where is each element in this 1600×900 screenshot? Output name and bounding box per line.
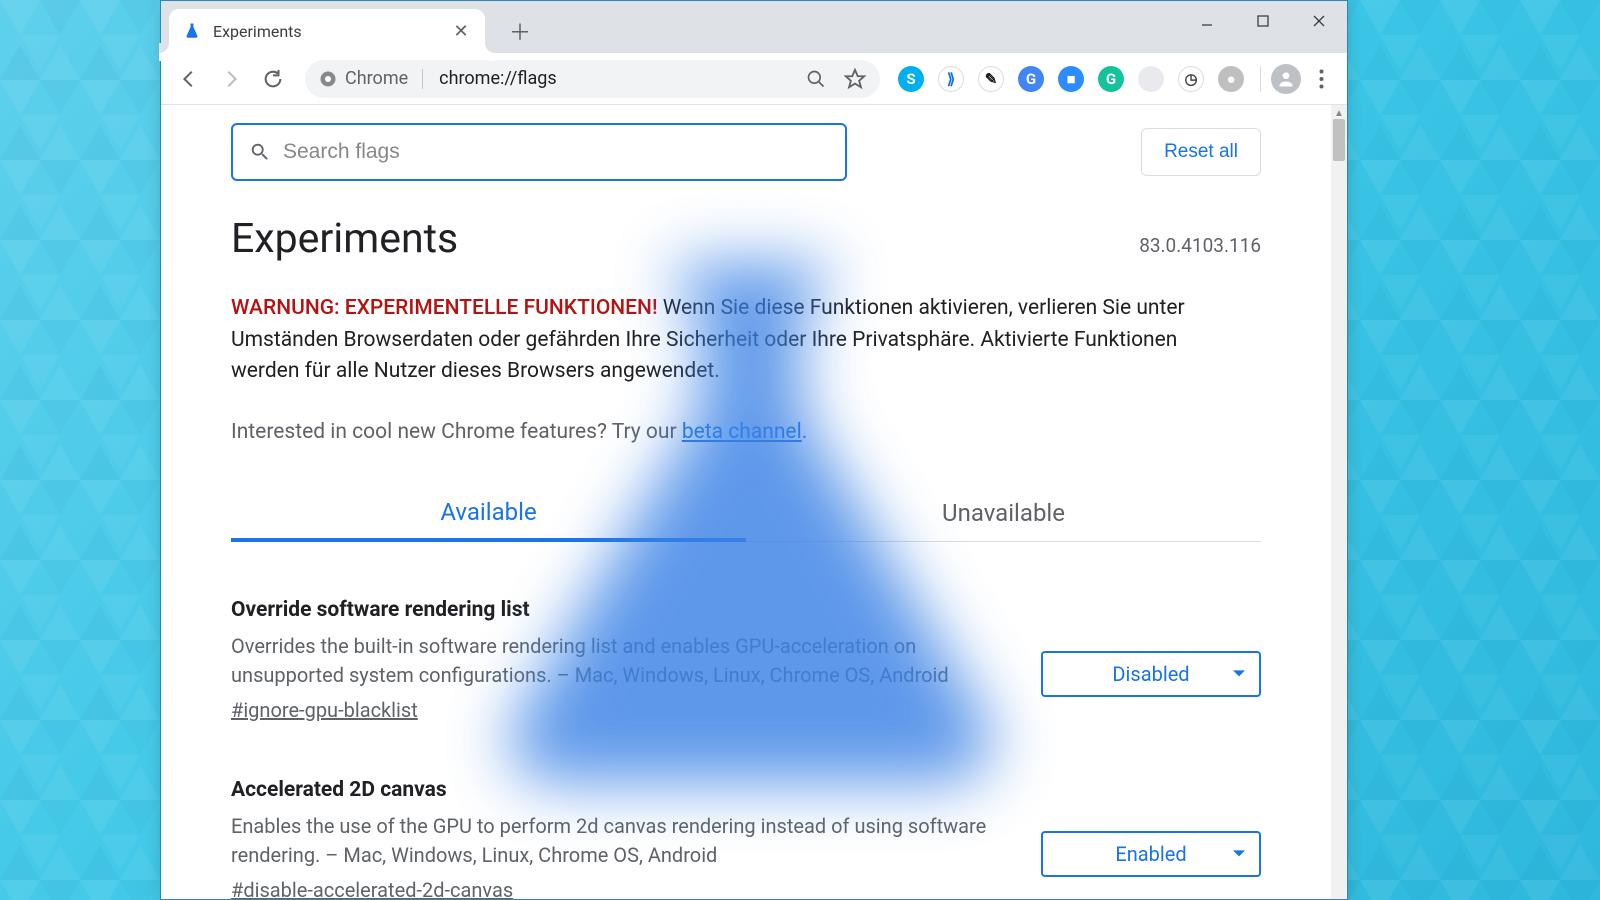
url-text: chrome://flags — [439, 68, 557, 89]
flag-select[interactable]: Disabled — [1041, 651, 1261, 697]
page-body: Reset all Experiments 83.0.4103.116 WARN… — [161, 105, 1331, 899]
close-icon[interactable]: ✕ — [451, 21, 471, 42]
page-title: Experiments — [231, 215, 458, 263]
address-bar[interactable]: Chrome chrome://flags — [305, 60, 880, 98]
reload-button[interactable] — [253, 59, 293, 99]
search-flags-input-wrapper[interactable] — [231, 123, 847, 181]
beta-channel-link[interactable]: beta channel — [682, 420, 802, 444]
cast-icon[interactable]: ⟫ — [938, 66, 964, 92]
reset-all-button[interactable]: Reset all — [1141, 128, 1261, 176]
translate-icon[interactable]: G — [1018, 66, 1044, 92]
flag-select[interactable]: Enabled — [1041, 831, 1261, 877]
bookmark-star-icon[interactable] — [844, 68, 866, 90]
close-window-button[interactable] — [1291, 1, 1347, 41]
flag-description: Enables the use of the GPU to perform 2d… — [231, 812, 991, 870]
back-button[interactable] — [169, 59, 209, 99]
flask-icon — [183, 22, 201, 40]
toolbar-separator — [1260, 66, 1261, 92]
kebab-menu-button[interactable] — [1303, 61, 1339, 97]
site-chip-label: Chrome — [345, 68, 408, 89]
zoom-icon[interactable]: ■ — [1058, 66, 1084, 92]
flag-title: Accelerated 2D canvas — [231, 778, 1011, 802]
extensions-area: S ⟫ ✎ G ■ G ◷ ● — [892, 66, 1250, 92]
tab-title: Experiments — [213, 22, 439, 41]
colorpicker-icon[interactable]: ✎ — [978, 66, 1004, 92]
maximize-button[interactable] — [1235, 1, 1291, 41]
scrollbar-thumb[interactable] — [1333, 119, 1345, 161]
flag-item: Override software rendering list Overrid… — [231, 598, 1261, 722]
tabs-row: Available Unavailable — [231, 486, 1261, 542]
search-flags-input[interactable] — [283, 140, 829, 164]
minimize-button[interactable] — [1179, 1, 1235, 41]
warning-prefix: WARNUNG: EXPERIMENTELLE FUNKTIONEN! — [231, 296, 658, 320]
site-chip: Chrome — [319, 68, 429, 89]
warning-text: WARNUNG: EXPERIMENTELLE FUNKTIONEN! Wenn… — [231, 293, 1231, 388]
clock-icon[interactable]: ◷ — [1178, 66, 1204, 92]
flag-item: Accelerated 2D canvas Enables the use of… — [231, 778, 1261, 900]
scrollbar-track[interactable]: ▲ — [1331, 105, 1347, 899]
flag-title: Override software rendering list — [231, 598, 1011, 622]
beta-text: Interested in cool new Chrome features? … — [231, 420, 1261, 444]
profile-button[interactable] — [1271, 64, 1301, 94]
content-area: Reset all Experiments 83.0.4103.116 WARN… — [161, 105, 1347, 899]
window-controls — [1179, 1, 1347, 41]
placeholder-icon[interactable] — [1138, 66, 1164, 92]
toolbar: Chrome chrome://flags S ⟫ ✎ G ■ G ◷ ● — [161, 53, 1347, 105]
version-label: 83.0.4103.116 — [1139, 234, 1261, 257]
chat-icon[interactable]: ● — [1218, 66, 1244, 92]
tab-unavailable[interactable]: Unavailable — [746, 486, 1261, 541]
flag-hash-link[interactable]: #disable-accelerated-2d-canvas — [231, 878, 513, 900]
tab-available[interactable]: Available — [231, 486, 746, 542]
chrome-icon — [319, 70, 337, 88]
beta-post: . — [802, 420, 808, 444]
browser-window: Experiments ✕ ＋ Chrome chrome://flags — [160, 0, 1348, 900]
new-tab-button[interactable]: ＋ — [503, 14, 537, 48]
search-icon — [249, 141, 271, 163]
forward-button[interactable] — [211, 59, 251, 99]
browser-tab[interactable]: Experiments ✕ — [169, 9, 485, 53]
zoom-icon[interactable] — [806, 69, 826, 89]
skype-icon[interactable]: S — [898, 66, 924, 92]
grammarly-icon[interactable]: G — [1098, 66, 1124, 92]
titlebar: Experiments ✕ ＋ — [161, 1, 1347, 53]
flag-hash-link[interactable]: #ignore-gpu-blacklist — [231, 698, 418, 722]
flags-list: Override software rendering list Overrid… — [231, 598, 1261, 900]
beta-pre: Interested in cool new Chrome features? … — [231, 420, 682, 444]
flag-description: Overrides the built-in software renderin… — [231, 632, 991, 690]
